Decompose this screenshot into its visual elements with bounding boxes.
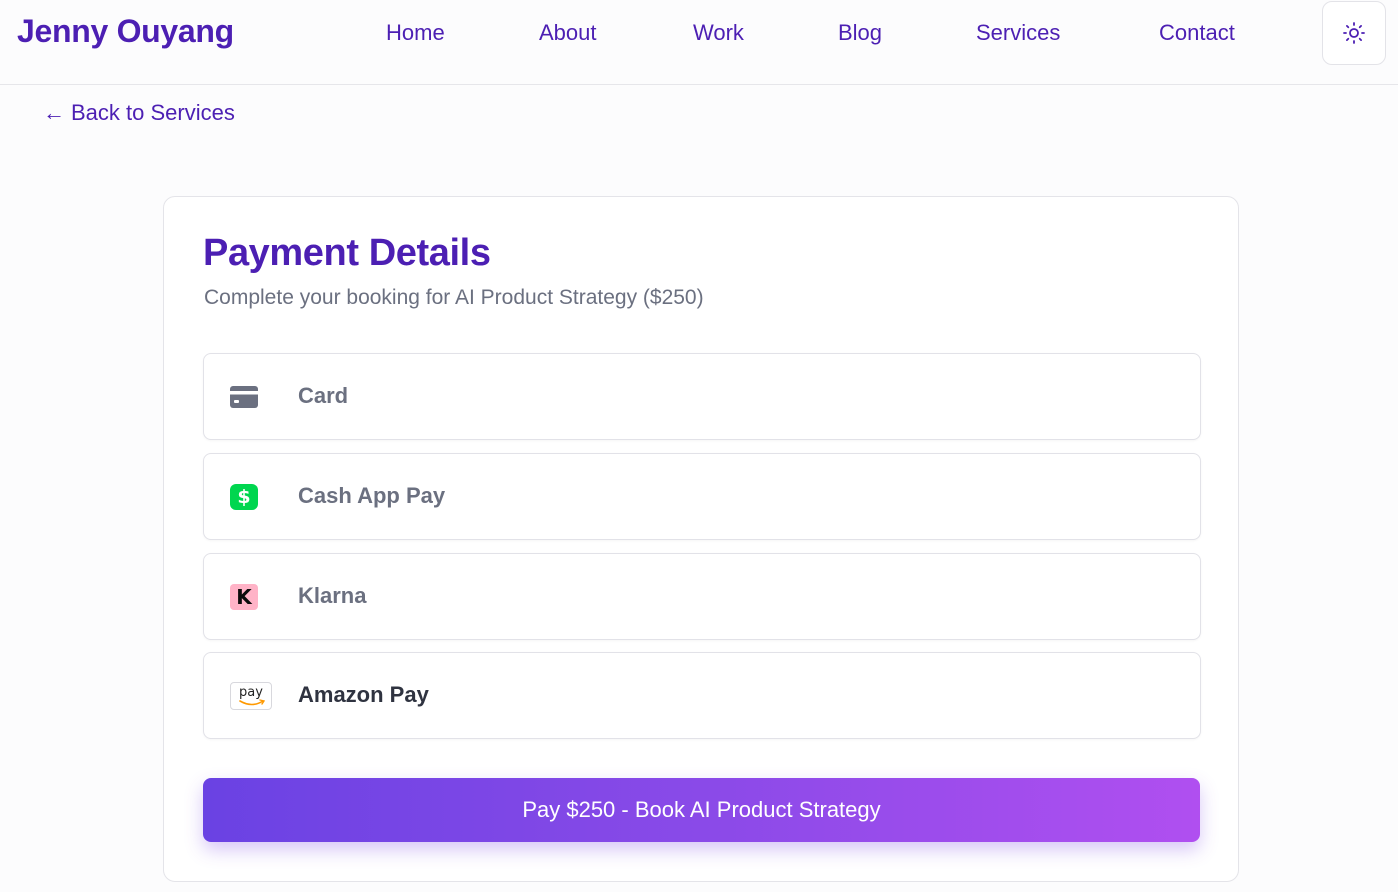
page-title: Payment Details xyxy=(203,232,491,274)
nav-contact[interactable]: Contact xyxy=(1159,20,1235,46)
theme-toggle-button[interactable] xyxy=(1322,1,1386,65)
payment-method-klarna[interactable]: K Klarna xyxy=(203,553,1201,640)
payment-method-cash-app[interactable]: $ Cash App Pay xyxy=(203,453,1201,540)
payment-method-amazon-pay[interactable]: pay Amazon Pay xyxy=(203,652,1201,739)
cash-app-glyph: $ xyxy=(230,484,258,510)
payment-method-label: Klarna xyxy=(298,583,367,608)
nav-work[interactable]: Work xyxy=(693,20,744,46)
payment-method-label: Cash App Pay xyxy=(298,483,446,508)
klarna-icon: K xyxy=(230,584,258,610)
sun-icon xyxy=(1343,22,1365,44)
site-brand[interactable]: Jenny Ouyang xyxy=(17,13,234,50)
payment-method-card[interactable]: Card xyxy=(203,353,1201,440)
arrow-left-icon: ← xyxy=(43,100,65,125)
site-header: Jenny Ouyang Home About Work Blog Servic… xyxy=(0,0,1398,85)
payment-method-label: Amazon Pay xyxy=(298,682,429,707)
nav-home[interactable]: Home xyxy=(386,20,445,46)
nav-services[interactable]: Services xyxy=(976,20,1060,46)
nav-about[interactable]: About xyxy=(539,20,597,46)
cash-app-icon: $ xyxy=(230,484,258,510)
klarna-glyph: K xyxy=(230,584,258,610)
payment-method-label: Card xyxy=(298,383,349,408)
page-subtitle: Complete your booking for AI Product Str… xyxy=(204,286,704,309)
amazon-smile-icon xyxy=(239,699,265,706)
back-link-label: Back to Services xyxy=(71,100,235,125)
payment-card: Payment Details Complete your booking fo… xyxy=(163,196,1239,882)
amazon-pay-icon: pay xyxy=(230,682,272,710)
amazon-pay-glyph: pay xyxy=(239,685,263,700)
credit-card-icon xyxy=(230,384,258,410)
nav-blog[interactable]: Blog xyxy=(838,20,882,46)
pay-button[interactable]: Pay $250 - Book AI Product Strategy xyxy=(203,778,1200,842)
back-to-services-link[interactable]: ← Back to Services xyxy=(43,100,235,126)
